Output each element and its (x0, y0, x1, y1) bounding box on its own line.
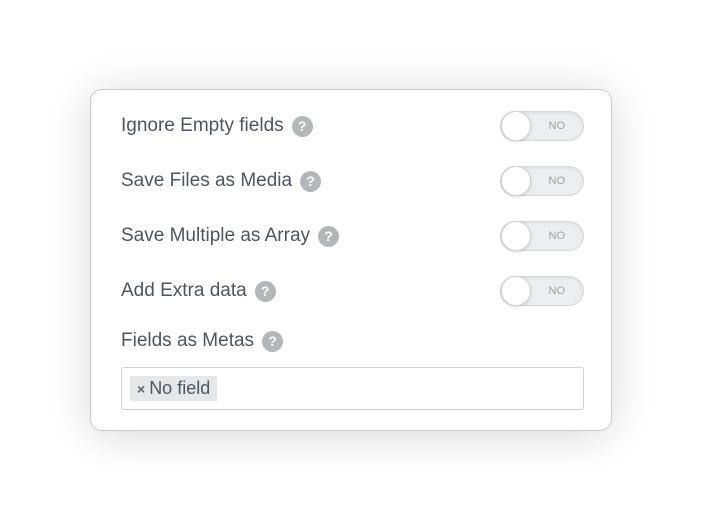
save-files-as-media-row: Save Files as Media ? NO (121, 164, 584, 198)
toggle-knob (501, 166, 531, 196)
toggle-state: NO (548, 120, 566, 132)
add-extra-data-toggle[interactable]: NO (500, 276, 584, 306)
toggle-knob (501, 276, 531, 306)
save-multiple-as-array-row: Save Multiple as Array ? NO (121, 219, 584, 253)
help-icon[interactable]: ? (318, 225, 340, 247)
toggle-state: NO (548, 230, 566, 242)
settings-panel: Ignore Empty fields ? NO Save Files as M… (90, 89, 612, 431)
ignore-empty-fields-label: Ignore Empty fields (121, 115, 284, 136)
fields-as-metas-label: Fields as Metas (121, 330, 255, 351)
help-icon[interactable]: ? (254, 280, 276, 302)
toggle-knob (501, 111, 531, 141)
ignore-empty-fields-row: Ignore Empty fields ? NO (121, 109, 584, 143)
add-extra-data-label: Add Extra data (121, 280, 247, 301)
close-icon[interactable]: × (137, 381, 145, 397)
help-icon[interactable]: ? (300, 170, 322, 192)
save-multiple-as-array-toggle[interactable]: NO (500, 221, 584, 251)
selected-tag: × No field (130, 376, 218, 401)
save-files-as-media-toggle[interactable]: NO (500, 166, 584, 196)
toggle-knob (501, 221, 531, 251)
save-multiple-as-array-label: Save Multiple as Array (121, 225, 311, 246)
save-files-as-media-label: Save Files as Media (121, 170, 293, 191)
add-extra-data-row: Add Extra data ? NO (121, 274, 584, 308)
fields-as-metas-select[interactable]: × No field (121, 367, 584, 410)
help-icon[interactable]: ? (262, 330, 284, 352)
toggle-state: NO (548, 285, 566, 297)
help-icon[interactable]: ? (291, 115, 313, 137)
fields-as-metas-heading: Fields as Metas ? (121, 327, 284, 355)
ignore-empty-fields-toggle[interactable]: NO (500, 111, 584, 141)
tag-label: No field (149, 378, 211, 398)
toggle-state: NO (548, 175, 566, 187)
